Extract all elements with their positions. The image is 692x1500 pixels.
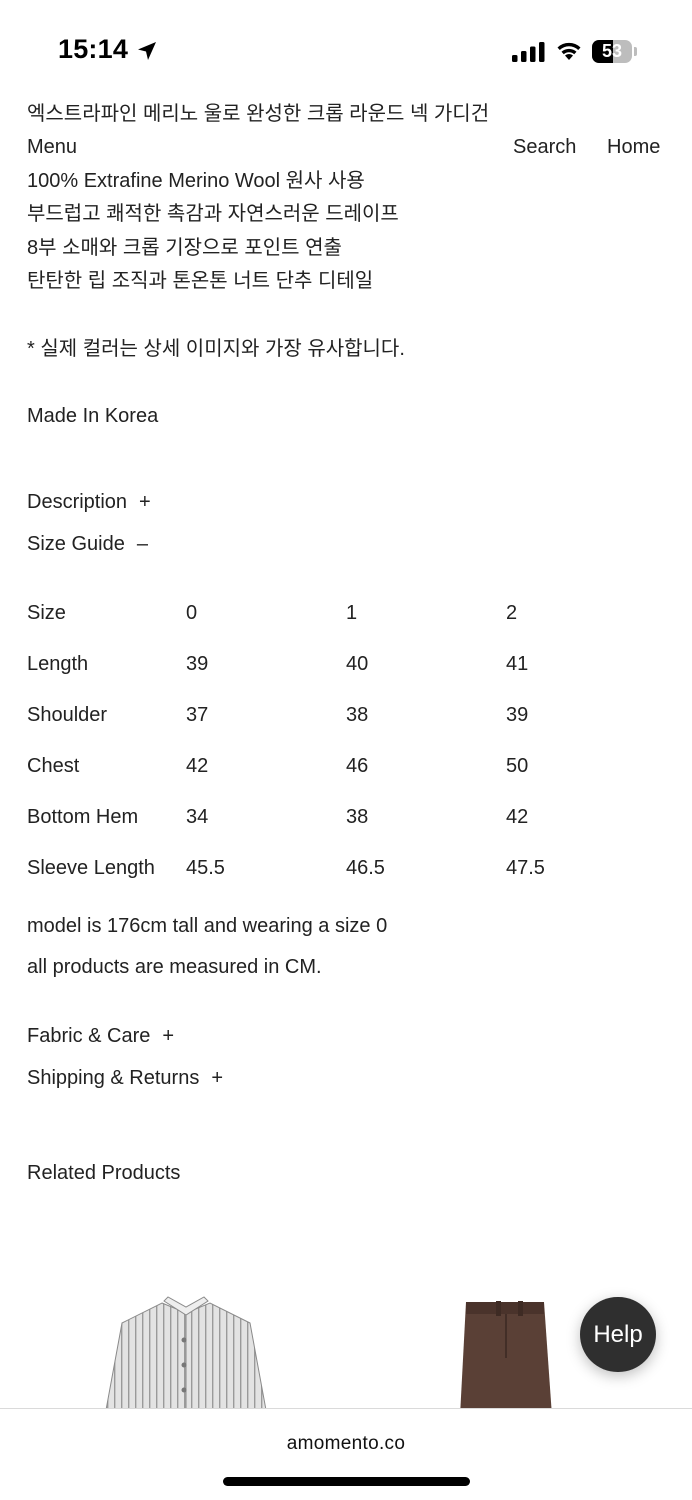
description-line: 100% Extrafine Merino Wool 원사 사용 <box>27 170 365 192</box>
product-title: 엑스트라파인 메리노 울로 완성한 크롭 라운드 넥 가디건 <box>27 103 490 125</box>
table-cell: 2 <box>506 602 518 624</box>
collapse-icon: – <box>136 533 148 555</box>
accordion-label: Size Guide <box>27 533 125 555</box>
fabric-care-accordion[interactable]: Fabric & Care + <box>27 1023 174 1049</box>
table-cell: 50 <box>506 755 529 777</box>
shipping-returns-accordion[interactable]: Shipping & Returns + <box>27 1065 223 1091</box>
accordion-label: Description <box>27 491 128 513</box>
table-cell: 37 <box>186 704 209 726</box>
table-cell: 47.5 <box>506 857 545 879</box>
size-guide-accordion[interactable]: Size Guide – <box>27 531 148 557</box>
related-product-pants-image[interactable] <box>452 1298 560 1416</box>
table-row: Chest 42 46 50 <box>0 753 692 779</box>
menu-link[interactable]: Menu <box>27 134 77 160</box>
table-cell: 38 <box>346 704 369 726</box>
table-cell: Sleeve Length <box>27 857 155 879</box>
table-cell: 1 <box>346 602 358 624</box>
browser-address-bar: amomento.co <box>0 1408 692 1500</box>
description-accordion[interactable]: Description + <box>27 489 151 515</box>
accordion-label: Shipping & Returns <box>27 1067 200 1089</box>
description-line: 8부 소매와 크롭 기장으로 포인트 연출 <box>27 237 342 259</box>
model-size-note: model is 176cm tall and wearing a size 0 <box>27 915 388 937</box>
related-product-shirt-image[interactable] <box>100 1295 272 1415</box>
color-note: * 실제 컬러는 상세 이미지와 가장 유사합니다. <box>27 338 405 360</box>
accordion-label: Fabric & Care <box>27 1025 151 1047</box>
battery-nub <box>634 47 637 56</box>
table-cell: 45.5 <box>186 857 225 879</box>
origin-text: Made In Korea <box>27 405 159 427</box>
table-row: Sleeve Length 45.5 46.5 47.5 <box>0 855 692 881</box>
home-link[interactable]: Home <box>607 134 660 160</box>
table-cell: 42 <box>506 806 529 828</box>
url-field[interactable]: amomento.co <box>0 1433 692 1455</box>
table-cell: 42 <box>186 755 209 777</box>
table-cell: Length <box>27 653 89 675</box>
table-cell: Size <box>27 602 66 624</box>
table-cell: 38 <box>346 806 369 828</box>
help-button[interactable]: Help <box>580 1297 656 1372</box>
expand-icon: + <box>162 1025 175 1047</box>
table-cell: 39 <box>506 704 529 726</box>
table-cell: 40 <box>346 653 369 675</box>
table-cell: Shoulder <box>27 704 108 726</box>
table-row: Shoulder 37 38 39 <box>0 702 692 728</box>
description-line: 탄탄한 립 조직과 톤온톤 너트 단추 디테일 <box>27 270 374 292</box>
cellular-signal-icon <box>512 42 545 62</box>
expand-icon: + <box>211 1067 224 1089</box>
table-cell: 34 <box>186 806 209 828</box>
wifi-icon <box>557 42 581 60</box>
battery-level: 53 <box>601 41 623 61</box>
home-indicator[interactable] <box>223 1477 470 1486</box>
table-cell: 39 <box>186 653 209 675</box>
size-table-header: Size 0 1 2 <box>0 600 692 626</box>
table-cell: 46 <box>346 755 369 777</box>
measurement-note: all products are measured in CM. <box>27 956 322 978</box>
page: 15:14 53 엑스트라파인 메리노 울로 완성한 크롭 라운드 넥 가디건 … <box>0 0 692 1500</box>
table-cell: 46.5 <box>346 857 385 879</box>
location-arrow-icon <box>138 42 156 60</box>
table-cell: 0 <box>186 602 198 624</box>
expand-icon: + <box>139 491 151 513</box>
table-cell: Chest <box>27 755 80 777</box>
table-row: Bottom Hem 34 38 42 <box>0 804 692 830</box>
table-cell: 41 <box>506 653 529 675</box>
battery-icon: 53 <box>592 40 632 63</box>
status-time: 15:14 <box>58 34 129 64</box>
table-row: Length 39 40 41 <box>0 651 692 677</box>
description-line: 부드럽고 쾌적한 촉감과 자연스러운 드레이프 <box>27 203 399 225</box>
table-cell: Bottom Hem <box>27 806 139 828</box>
related-products-heading: Related Products <box>27 1162 181 1184</box>
search-link[interactable]: Search <box>513 134 576 160</box>
